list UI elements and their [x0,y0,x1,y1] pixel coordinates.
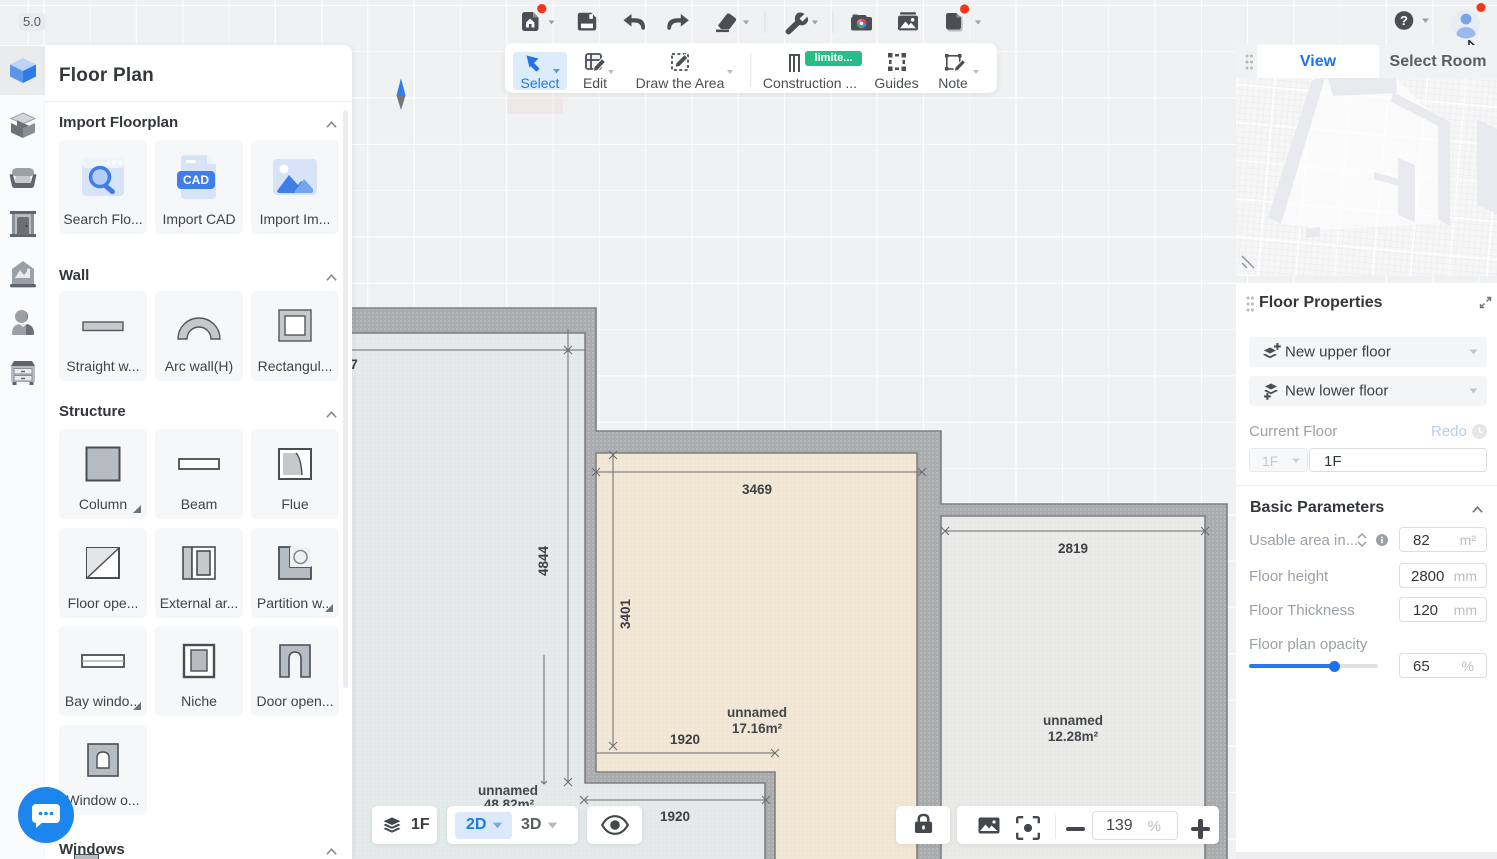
svg-text:?: ? [1400,13,1408,28]
svg-text:1920: 1920 [660,809,690,824]
svg-text:CAD: CAD [183,173,209,187]
svg-text:unnamed: unnamed [478,783,538,798]
svg-text:1920: 1920 [670,732,700,747]
svg-text:unnamed: unnamed [1043,713,1103,728]
svg-text:unnamed: unnamed [727,705,787,720]
svg-text:12.28m²: 12.28m² [1048,729,1099,744]
svg-text:4844: 4844 [536,545,551,576]
svg-text:2819: 2819 [1058,541,1088,556]
svg-text:3469: 3469 [742,482,772,497]
svg-text:17.16m²: 17.16m² [732,721,783,736]
svg-text:3401: 3401 [618,598,633,629]
